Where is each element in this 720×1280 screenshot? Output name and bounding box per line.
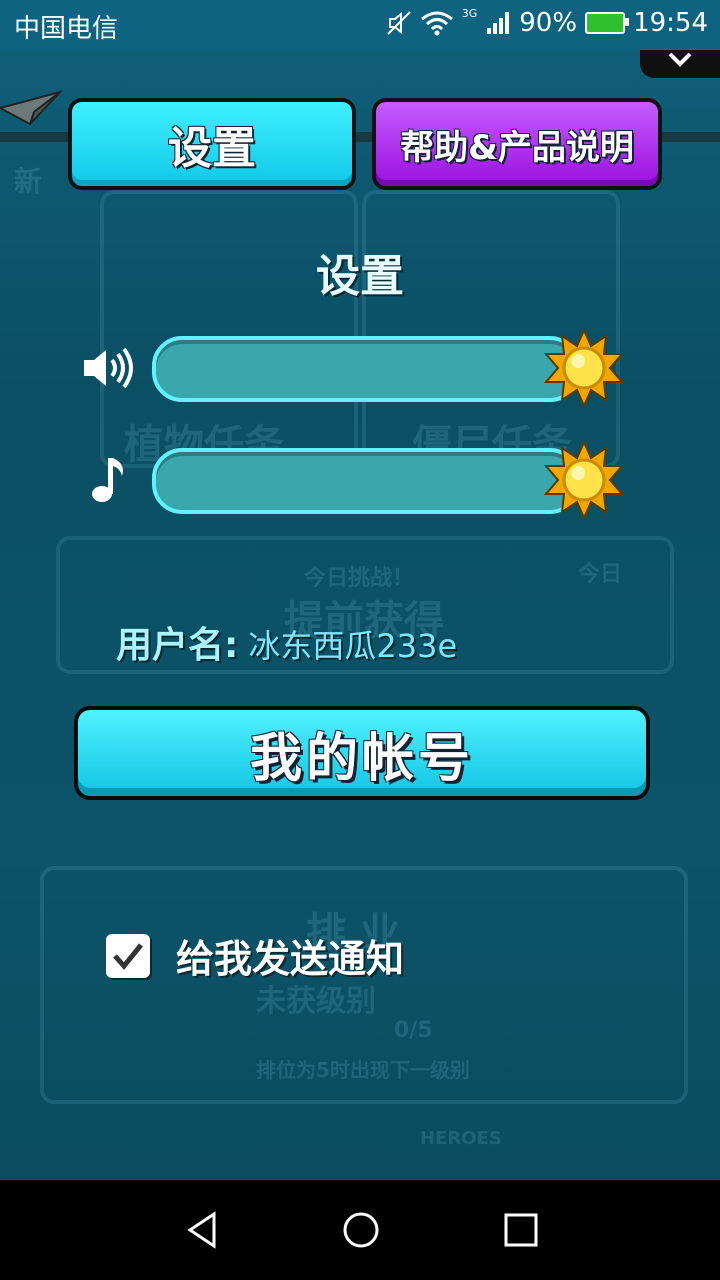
music-volume-slider[interactable] (152, 448, 580, 514)
checkmark-icon (113, 942, 143, 970)
status-bar: 中国电信 3G 90% 19:54 (0, 0, 720, 50)
chevron-icon (668, 52, 692, 67)
clock: 19:54 (633, 8, 708, 38)
close-corner-button[interactable] (640, 50, 720, 78)
battery-icon (585, 12, 630, 34)
sound-slider-handle[interactable] (544, 328, 624, 408)
notification-option[interactable]: 给我发送通知 (106, 928, 404, 983)
back-icon[interactable] (182, 1210, 222, 1250)
speaker-icon (84, 347, 133, 389)
username-value: 冰东西瓜233e (248, 627, 458, 665)
bg-rank-hint: 排位为5时出现下一级别 (256, 1058, 470, 1082)
music-slider-handle[interactable] (544, 440, 624, 520)
mute-icon (387, 11, 411, 35)
battery-percent: 90% (519, 8, 578, 38)
tab-help[interactable]: 帮助&产品说明 (372, 98, 662, 190)
status-icons: 3G 90% 19:54 (386, 6, 708, 38)
settings-title: 设置 (316, 251, 404, 302)
network-type: 3G (461, 6, 478, 20)
username-label: 用户名: (116, 625, 239, 666)
music-note-icon (92, 458, 123, 502)
carrier-name: 中国电信 (14, 14, 119, 44)
recent-apps-icon[interactable] (501, 1210, 541, 1250)
bg-heroes: HEROES (420, 1128, 502, 1149)
paper-plane-icon (0, 90, 64, 126)
sound-volume-slider[interactable] (152, 336, 580, 402)
tab-settings[interactable]: 设置 (68, 98, 356, 190)
home-icon[interactable] (341, 1210, 381, 1250)
bg-new-label: 新 (14, 165, 43, 198)
bg-today: 今日 (578, 562, 623, 587)
background-scene: 新 植物任务 僵尸任务 今日挑战！ 提前获得 今日 排 业 未获级别 0/5 排… (0, 50, 720, 1180)
notification-checkbox[interactable] (106, 933, 150, 978)
bg-progress: 0/5 (394, 1018, 433, 1043)
notification-label: 给我发送通知 (176, 937, 405, 981)
signal-icon (487, 12, 510, 34)
username-row: 用户名: 冰东西瓜233e (116, 616, 457, 668)
wifi-icon (420, 11, 453, 36)
navigation-bar (0, 1180, 720, 1280)
my-account-button[interactable]: 我的帐号 (74, 706, 650, 800)
